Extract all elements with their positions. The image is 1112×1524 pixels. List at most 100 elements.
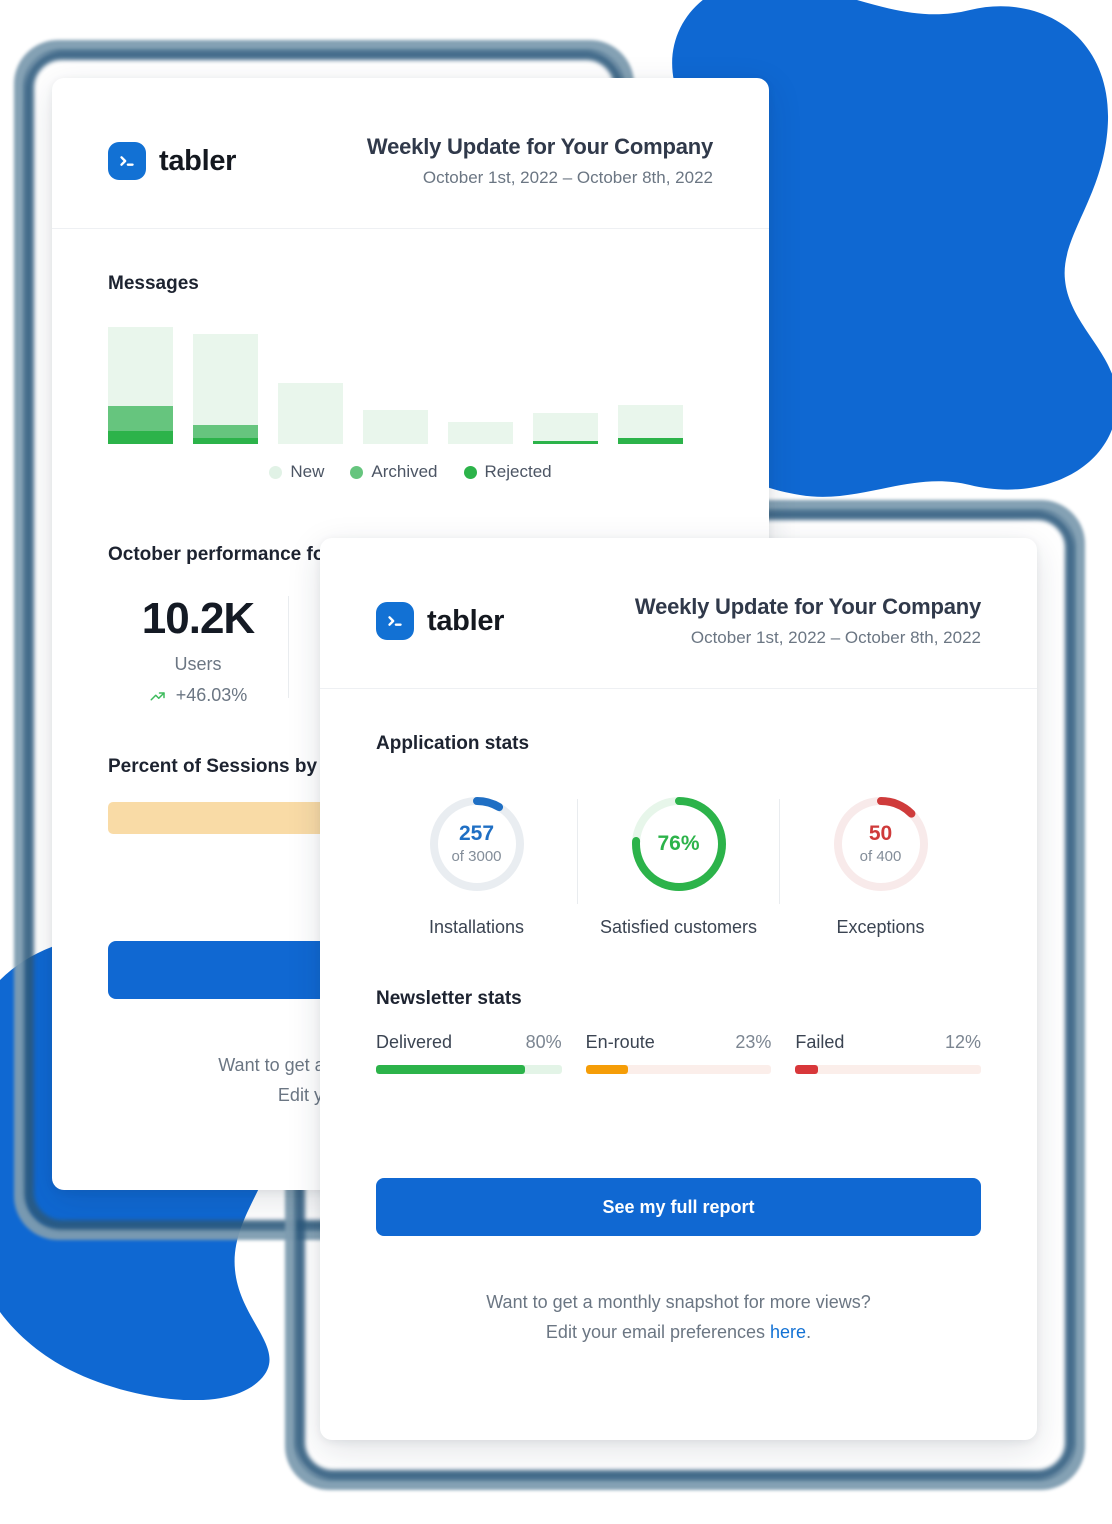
legend-item-rejected: Rejected	[463, 462, 552, 482]
newsletter-item-value: 23%	[735, 1032, 772, 1052]
bar-segment-archived	[108, 406, 173, 431]
newsletter-item-track	[795, 1065, 982, 1074]
front-card-brand-name: tabler	[427, 604, 505, 637]
footer-line-1: Want to get a monthly snapshot for more …	[486, 1292, 871, 1312]
footer-preferences-link[interactable]: here	[770, 1322, 806, 1342]
poster-stage: tabler Weekly Update for Your Company Oc…	[0, 0, 1112, 1524]
newsletter-item-delivered: Delivered 80%	[376, 1032, 562, 1074]
newsletter-item-value: 12%	[944, 1032, 982, 1052]
back-card-brand: tabler	[108, 142, 236, 180]
donut-satisfied-customers: 76% Satisfied customers	[578, 795, 779, 938]
legend-swatch-new	[269, 465, 283, 479]
app-stats-donuts: 257 of 3000 Installations 76% Satisfied …	[376, 795, 981, 938]
back-card-brand-name: tabler	[159, 144, 237, 177]
donut-exceptions: 50 of 400 Exceptions	[780, 795, 981, 938]
donut-installations: 257 of 3000 Installations	[376, 795, 577, 938]
legend-swatch-rejected	[463, 465, 477, 479]
legend-item-archived: Archived	[350, 462, 438, 482]
front-card-footer: Want to get a monthly snapshot for more …	[376, 1288, 981, 1347]
front-card-title: Weekly Update for Your Company	[634, 594, 981, 619]
legend-label: Archived	[371, 462, 438, 481]
donut-center: 50 of 400	[832, 795, 930, 893]
newsletter-item-head: Failed 12%	[795, 1032, 981, 1053]
messages-legend: New Archived Rejected	[108, 462, 713, 482]
donut-ring: 50 of 400	[832, 795, 930, 893]
donut-label: Exceptions	[836, 917, 925, 937]
newsletter-item-name: Failed	[795, 1032, 845, 1052]
donut-value: 257	[458, 822, 495, 846]
newsletter-item-name: Delivered	[376, 1032, 453, 1052]
bar-segment-new	[618, 405, 683, 438]
bar-segment-rejected	[193, 438, 258, 444]
trend-up-icon	[149, 687, 167, 705]
footer-line-2: Edit your email preferences here.	[376, 1318, 981, 1348]
newsletter-item-track	[376, 1065, 562, 1074]
back-card-header-titles: Weekly Update for Your Company October 1…	[367, 134, 713, 188]
messages-bar-chart	[108, 327, 713, 444]
newsletter-item-en-route: En-route 23%	[585, 1032, 772, 1074]
newsletter-item-head: En-route 23%	[586, 1032, 772, 1053]
bar-segment-new	[448, 422, 513, 444]
donut-value: 50	[868, 822, 893, 846]
newsletter-item-value: 80%	[525, 1032, 562, 1052]
bar-segment-new	[193, 334, 258, 425]
stat-users: 10.2K Users +46.03%	[108, 590, 288, 706]
donut-subvalue: of 3000	[451, 848, 502, 866]
stat-delta-value: +46.03%	[175, 685, 248, 705]
back-card-header: tabler Weekly Update for Your Company Oc…	[52, 78, 769, 229]
newsletter-item-track	[585, 1065, 772, 1074]
newsletter-item-fill	[795, 1065, 818, 1074]
bar-col	[278, 327, 343, 444]
back-card-title: Weekly Update for Your Company	[366, 134, 713, 159]
newsletter-section-title: Newsletter stats	[376, 988, 522, 1009]
front-card-header: tabler Weekly Update for Your Company Oc…	[320, 538, 1037, 689]
back-card-date-range: October 1st, 2022 – October 8th, 2022	[422, 168, 713, 187]
front-card-header-titles: Weekly Update for Your Company October 1…	[635, 594, 981, 648]
bar-segment-archived	[193, 425, 258, 438]
messages-section-title: Messages	[108, 273, 199, 294]
newsletter-item-fill	[376, 1065, 525, 1074]
app-stats-section-title: Application stats	[376, 733, 530, 754]
donut-ring: 76%	[630, 795, 728, 893]
donut-value: 76%	[657, 831, 700, 855]
donut-center: 76%	[630, 795, 728, 893]
legend-swatch-archived	[350, 465, 364, 479]
front-card-brand: tabler	[376, 602, 504, 640]
front-card-date-range: October 1st, 2022 – October 8th, 2022	[690, 628, 981, 647]
donut-subvalue: of 400	[859, 848, 902, 866]
donut-label: Installations	[428, 917, 525, 937]
bar-col	[533, 327, 598, 444]
donut-label: Satisfied customers	[599, 917, 758, 937]
newsletter-item-name: En-route	[585, 1032, 655, 1052]
weekly-update-card-front: tabler Weekly Update for Your Company Oc…	[320, 538, 1037, 1440]
footer-line-2-post: .	[806, 1321, 812, 1342]
bar-segment-new	[363, 410, 428, 444]
bar-segment-rejected	[108, 431, 173, 444]
bar-col	[363, 327, 428, 444]
newsletter-rows: Delivered 80% En-route 23% Failed 12%	[376, 1032, 982, 1074]
bar-segment-new	[108, 327, 173, 406]
legend-label: New	[290, 462, 325, 481]
bar-col	[108, 327, 173, 444]
donut-center: 257 of 3000	[428, 795, 526, 893]
see-full-report-button-front[interactable]: See my full report	[376, 1178, 981, 1236]
stat-label: Users	[174, 654, 222, 674]
newsletter-item-head: Delivered 80%	[376, 1032, 562, 1053]
terminal-prompt-icon	[108, 142, 146, 180]
bar-segment-rejected	[618, 438, 683, 444]
bar-col	[193, 327, 258, 444]
legend-label: Rejected	[484, 462, 552, 481]
donut-ring: 257 of 3000	[428, 795, 526, 893]
bar-col	[448, 327, 513, 444]
footer-line-2-pre: Edit your email preferences	[545, 1321, 771, 1342]
newsletter-item-fill	[585, 1065, 629, 1074]
terminal-prompt-icon	[376, 602, 414, 640]
bar-segment-new	[278, 383, 343, 444]
bar-col	[618, 327, 683, 444]
newsletter-item-failed: Failed 12%	[795, 1032, 982, 1074]
stat-delta: +46.03%	[108, 685, 288, 706]
stat-value: 10.2K	[141, 594, 255, 643]
legend-item-new: New	[269, 462, 324, 482]
bar-segment-new	[533, 413, 598, 441]
front-card-body: Application stats 257 of 3000 Installati…	[320, 689, 1037, 1347]
